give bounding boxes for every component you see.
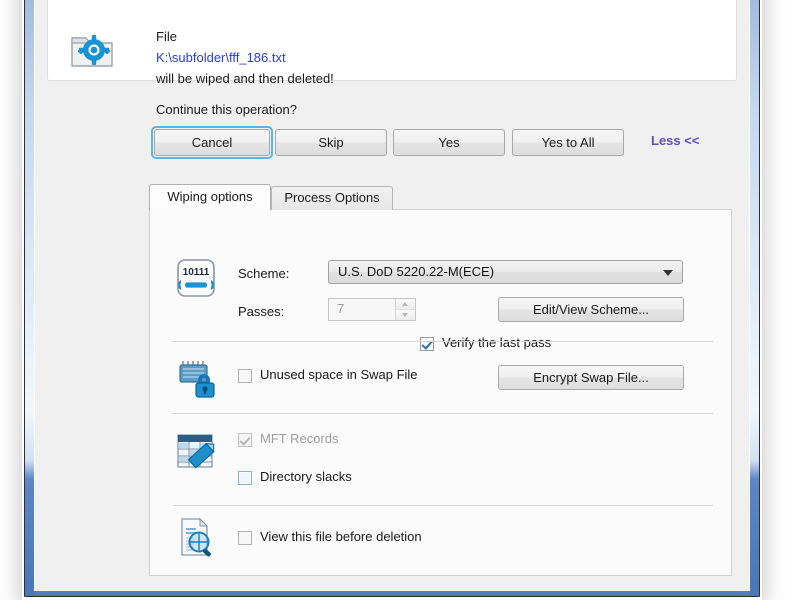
- chevron-down-icon: [663, 270, 673, 276]
- message-text-block: File K:\subfolder\fff_186.txt will be wi…: [156, 26, 716, 120]
- dialog-button-row: Cancel Skip Yes Yes to All Less <<: [35, 126, 751, 163]
- action-text: will be wiped and then deleted!: [156, 71, 334, 86]
- passes-label: Passes:: [238, 304, 285, 319]
- folder-gear-icon: [68, 26, 116, 74]
- tab-strip: Wiping options Process Options: [149, 184, 732, 210]
- section-divider-1: [173, 341, 713, 342]
- scheme-dropdown-value: U.S. DoD 5220.22-M(ECE): [338, 264, 495, 279]
- cancel-button[interactable]: Cancel: [154, 129, 270, 156]
- options-tab-control: Wiping options Process Options 10111 Sch…: [149, 184, 732, 581]
- scheme-dropdown[interactable]: U.S. DoD 5220.22-M(ECE): [328, 260, 683, 284]
- table-edit-icon: [174, 429, 218, 473]
- records-section: MFT Records Directory slacks: [150, 415, 733, 505]
- checkbox-box: [238, 471, 252, 485]
- section-divider-2: [173, 413, 713, 414]
- window-glass-right-edge: [750, 0, 759, 596]
- dialog-client-area: File K:\subfolder\fff_186.txt will be wi…: [34, 0, 750, 591]
- section-divider-3: [173, 505, 713, 506]
- tab-panel-wiping-options: 10111 Scheme: U.S. DoD 5220.22-M(ECE) Pa…: [149, 209, 732, 576]
- svg-text:10111: 10111: [183, 267, 210, 278]
- view-file-section: View this file before deletion: [150, 507, 733, 572]
- passes-value: 7: [337, 301, 345, 316]
- tab-process-options[interactable]: Process Options: [271, 186, 393, 210]
- tab-wiping-options[interactable]: Wiping options: [149, 184, 271, 210]
- window-glass-left-edge: [25, 0, 34, 596]
- passes-stepper-buttons[interactable]: [395, 299, 415, 320]
- scheme-section: 10111 Scheme: U.S. DoD 5220.22-M(ECE) Pa…: [150, 220, 733, 351]
- chip-lock-icon: [174, 355, 218, 399]
- passes-increment-icon[interactable]: [396, 299, 415, 310]
- checkbox-label: Directory slacks: [260, 469, 352, 484]
- checkbox-box: [238, 433, 252, 447]
- checkbox-label: MFT Records: [260, 431, 339, 446]
- scheme-label: Scheme:: [238, 266, 290, 281]
- checkbox-box: [238, 369, 252, 383]
- checkbox-box: [238, 531, 252, 545]
- document-magnifier-icon: [174, 515, 218, 559]
- file-path: K:\subfolder\fff_186.txt: [156, 50, 286, 65]
- binary-wrench-icon: 10111: [174, 256, 218, 300]
- yes-to-all-button[interactable]: Yes to All: [512, 129, 624, 156]
- checkbox-label: View this file before deletion: [260, 529, 422, 544]
- passes-stepper[interactable]: 7: [328, 298, 416, 321]
- checkbox-label: Unused space in Swap File: [260, 367, 418, 382]
- message-panel: File K:\subfolder\fff_186.txt will be wi…: [47, 0, 737, 117]
- less-toggle-link[interactable]: Less <<: [651, 133, 699, 148]
- yes-button[interactable]: Yes: [393, 129, 505, 156]
- swap-file-section: Unused space in Swap File Encrypt Swap F…: [150, 343, 733, 413]
- file-label: File: [156, 29, 177, 44]
- screen: File K:\subfolder\fff_186.txt will be wi…: [0, 0, 800, 600]
- encrypt-swap-file-button[interactable]: Encrypt Swap File...: [498, 365, 684, 390]
- passes-decrement-icon[interactable]: [396, 310, 415, 320]
- skip-button[interactable]: Skip: [275, 129, 387, 156]
- confirm-question: Continue this operation?: [156, 102, 297, 117]
- edit-view-scheme-button[interactable]: Edit/View Scheme...: [498, 297, 684, 322]
